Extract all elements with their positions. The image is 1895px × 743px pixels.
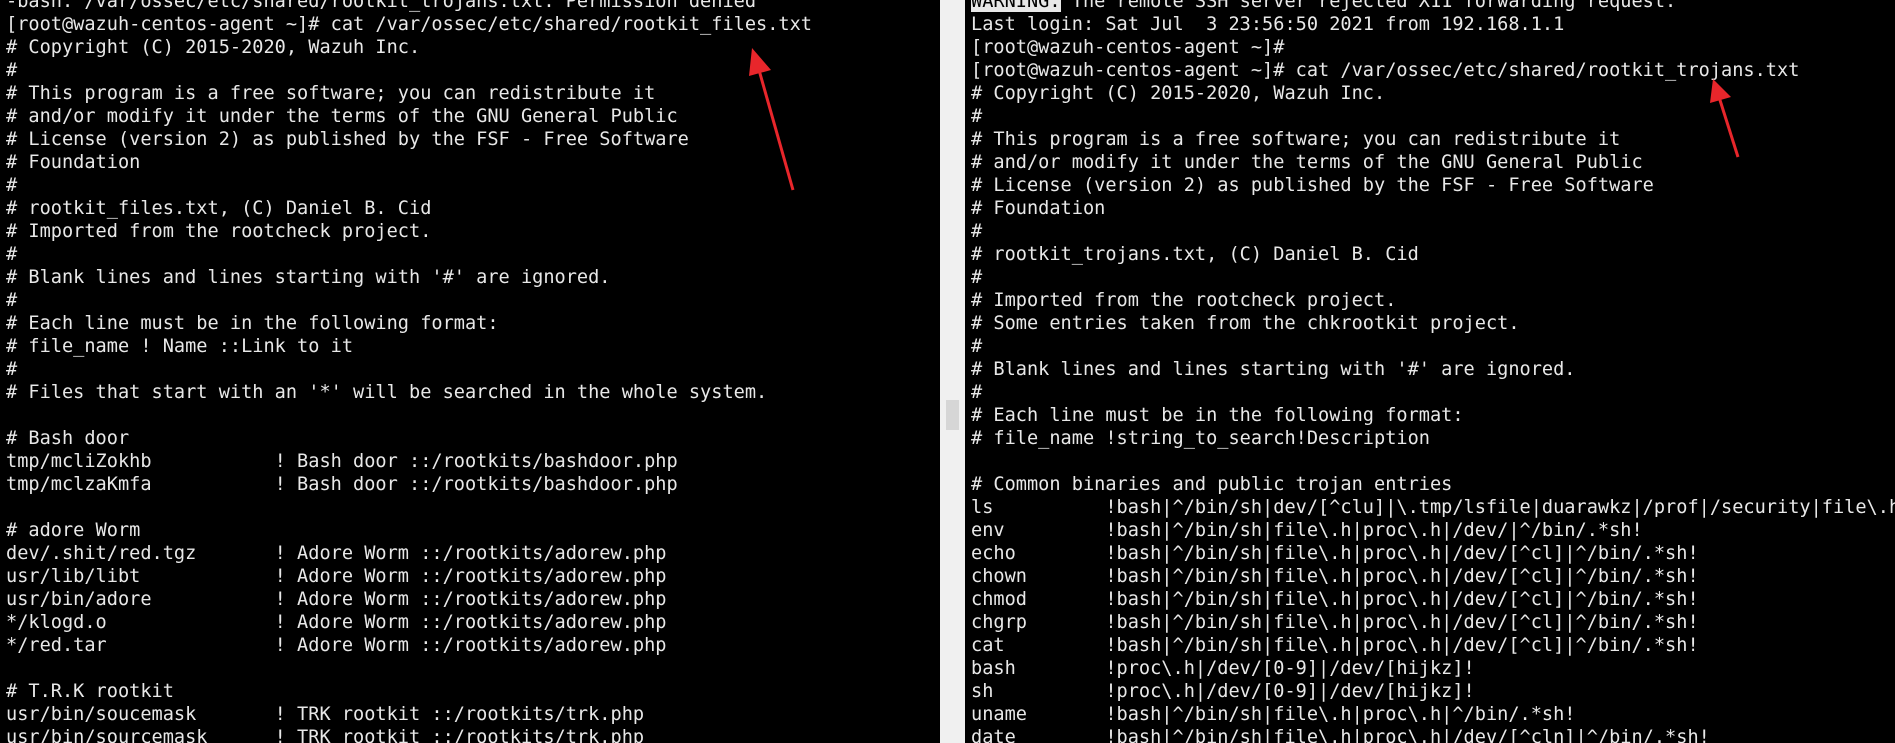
terminal-line: # Copyright (C) 2015-2020, Wazuh Inc. [971, 83, 1386, 104]
annotation-arrow-right [1710, 79, 1740, 158]
terminal-line: */red.tar ! Adore Worm ::/rootkits/adore… [6, 635, 667, 656]
terminal-line-warning: WARNING: The remote SSH server rejected … [971, 0, 1895, 13]
terminal-line: # Foundation [6, 152, 141, 173]
terminal-line: # [971, 267, 983, 288]
terminal-line: date !bash|^/bin/sh|file\.h|proc\.h|/dev… [971, 727, 1710, 743]
terminal-line: [root@wazuh-centos-agent ~]# [971, 37, 1285, 58]
terminal-line: # Blank lines and lines starting with '#… [971, 359, 1576, 380]
terminal-line: # License (version 2) as published by th… [971, 175, 1654, 196]
warning-badge: WARNING: [971, 0, 1061, 12]
terminal-line: [root@wazuh-centos-agent ~]# cat /var/os… [971, 60, 1800, 81]
terminal-line: tmp/mclzaKmfa ! Bash door ::/rootkits/ba… [6, 474, 678, 495]
terminal-line: # License (version 2) as published by th… [6, 129, 689, 150]
terminal-line: # [6, 359, 18, 380]
terminal-line: # adore Worm [6, 520, 141, 541]
terminal-line: chgrp !bash|^/bin/sh|file\.h|proc\.h|/de… [971, 612, 1699, 633]
terminal-line: chown !bash|^/bin/sh|file\.h|proc\.h|/de… [971, 566, 1699, 587]
terminal-line: */klogd.o ! Adore Worm ::/rootkits/adore… [6, 612, 667, 633]
terminal-line: # [971, 221, 983, 242]
right-terminal-pane[interactable]: WARNING: The remote SSH server rejected … [965, 0, 1895, 743]
terminal-line: # rootkit_trojans.txt, (C) Daniel B. Cid [971, 244, 1419, 265]
terminal-line: bash !proc\.h|/dev/[0-9]|/dev/[hijkz]! [971, 658, 1475, 679]
terminal-line: dev/.shit/red.tgz ! Adore Worm ::/rootki… [6, 543, 667, 564]
terminal-line: # Imported from the rootcheck project. [971, 290, 1397, 311]
terminal-line: # file_name ! Name ::Link to it [6, 336, 354, 357]
terminal-line: -bash: /var/ossec/etc/shared/rootkit_tro… [6, 0, 757, 12]
terminal-line: echo !bash|^/bin/sh|file\.h|proc\.h|/dev… [971, 543, 1699, 564]
terminal-line: # [6, 175, 18, 196]
terminal-line: # This program is a free software; you c… [971, 129, 1621, 150]
terminal-line: # [971, 382, 983, 403]
terminal-line: # Blank lines and lines starting with '#… [6, 267, 611, 288]
terminal-line: Last login: Sat Jul 3 23:56:50 2021 from… [971, 14, 1565, 35]
terminal-line: # Each line must be in the following for… [971, 405, 1464, 426]
terminal-line: # Imported from the rootcheck project. [6, 221, 432, 242]
terminal-line: # and/or modify it under the terms of th… [6, 106, 678, 127]
terminal-line: tmp/mcliZokhb ! Bash door ::/rootkits/ba… [6, 451, 678, 472]
terminal-line: # rootkit_files.txt, (C) Daniel B. Cid [6, 198, 432, 219]
terminal-line: # Each line must be in the following for… [6, 313, 499, 334]
terminal-line: # [6, 60, 18, 81]
terminal-line: usr/bin/soucemask ! TRK rootkit ::/rootk… [6, 704, 645, 725]
terminal-line: usr/bin/sourcemask ! TRK rootkit ::/root… [6, 727, 645, 743]
pane-divider-grip[interactable] [946, 400, 959, 430]
terminal-line: # Files that start with an '*' will be s… [6, 382, 768, 403]
terminal-line: [root@wazuh-centos-agent ~]# cat /var/os… [6, 14, 812, 35]
terminal-line: # Bash door [6, 428, 130, 449]
terminal-line: # Some entries taken from the chkrootkit… [971, 313, 1520, 334]
terminal-line: uname !bash|^/bin/sh|file\.h|proc\.h|^/b… [971, 704, 1576, 725]
terminal-line: env !bash|^/bin/sh|file\.h|proc\.h|/dev/… [971, 520, 1643, 541]
left-terminal-output: -bash: /var/ossec/etc/shared/rootkit_tro… [6, 0, 812, 743]
terminal-line: # [6, 290, 18, 311]
warning-text: The remote SSH server rejected X11 forwa… [1060, 0, 1677, 12]
terminal-line: usr/lib/libt ! Adore Worm ::/rootkits/ad… [6, 566, 667, 587]
terminal-line: chmod !bash|^/bin/sh|file\.h|proc\.h|/de… [971, 589, 1699, 610]
terminal-line: # and/or modify it under the terms of th… [971, 152, 1643, 173]
left-terminal-pane[interactable]: -bash: /var/ossec/etc/shared/rootkit_tro… [0, 0, 940, 743]
terminal-line: # file_name !string_to_search!Descriptio… [971, 428, 1430, 449]
terminal-line: # T.R.K rootkit [6, 681, 174, 702]
annotation-arrow-left [749, 48, 795, 191]
terminal-line: # Foundation [971, 198, 1106, 219]
terminal-line: # Common binaries and public trojan entr… [971, 474, 1453, 495]
terminal-line: sh !proc\.h|/dev/[0-9]|/dev/[hijkz]! [971, 681, 1475, 702]
terminal-line: # [971, 336, 983, 357]
terminal-line: cat !bash|^/bin/sh|file\.h|proc\.h|/dev/… [971, 635, 1699, 656]
right-terminal-output: WARNING: The remote SSH server rejected … [971, 0, 1895, 743]
terminal-line: # [971, 106, 983, 127]
terminal-line: # This program is a free software; you c… [6, 83, 656, 104]
terminal-line: # Copyright (C) 2015-2020, Wazuh Inc. [6, 37, 421, 58]
terminal-line: ls !bash|^/bin/sh|dev/[^clu]|\.tmp/lsfil… [971, 497, 1895, 518]
terminal-line: usr/bin/adore ! Adore Worm ::/rootkits/a… [6, 589, 667, 610]
terminal-line: # [6, 244, 18, 265]
pane-divider[interactable] [940, 0, 965, 743]
